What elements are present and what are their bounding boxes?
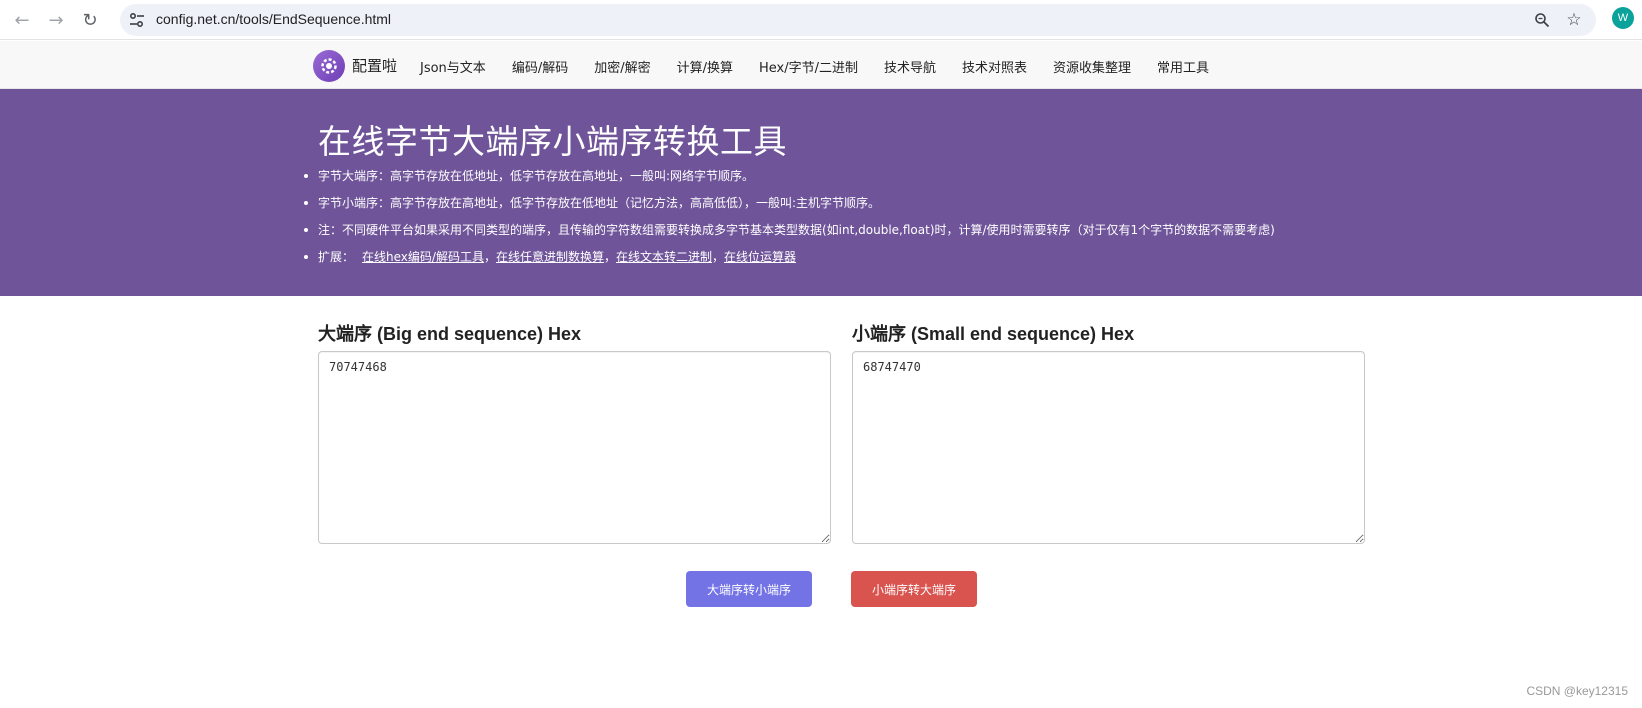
big-endian-label: 大端序 (Big end sequence) Hex: [318, 324, 582, 344]
extension-links: 扩展： 在线hex编码/解码工具，在线任意进制数换算，在线文本转二进制，在线位运算…: [304, 248, 1275, 275]
big-to-small-button[interactable]: 大端序转小端序: [686, 571, 812, 607]
page-title: 在线字节大端序小端序转换工具: [318, 122, 787, 161]
menu-item-resources[interactable]: 资源收集整理: [1053, 57, 1131, 76]
link-text-to-binary[interactable]: 在线文本转二进制: [616, 250, 712, 264]
big-endian-input[interactable]: 70747468: [318, 351, 831, 544]
small-endian-input[interactable]: 68747470: [852, 351, 1365, 544]
menu-item-hex[interactable]: Hex/字节/二进制: [759, 57, 858, 76]
watermark: CSDN @key12315: [1526, 684, 1628, 698]
small-to-big-button[interactable]: 小端序转大端序: [851, 571, 977, 607]
site-settings-icon[interactable]: [128, 11, 146, 29]
back-arrow-icon[interactable]: ←: [8, 6, 36, 34]
link-base-converter[interactable]: 在线任意进制数换算: [496, 250, 604, 264]
menu-item-crypto[interactable]: 加密/解密: [594, 57, 650, 76]
menu-item-tech-nav[interactable]: 技术导航: [884, 57, 936, 76]
description-list: 字节大端序：高字节存放在低地址，低字节存放在高地址，一般叫:网络字节顺序。 字节…: [304, 167, 1275, 275]
link-bitwise-calculator[interactable]: 在线位运算器: [724, 250, 796, 264]
description-item: 注：不同硬件平台如果采用不同类型的端序，且传输的字符数组需要转换成多字节基本类型…: [304, 221, 1275, 248]
menu-item-encode[interactable]: 编码/解码: [512, 57, 568, 76]
browser-toolbar: ← → ↻ config.net.cn/tools/EndSequence.ht…: [0, 0, 1642, 40]
zoom-icon[interactable]: [1531, 9, 1553, 31]
small-endian-label: 小端序 (Small end sequence) Hex: [852, 324, 1135, 344]
site-brand[interactable]: 配置啦: [352, 55, 397, 76]
profile-avatar[interactable]: W: [1612, 7, 1634, 29]
description-item: 字节大端序：高字节存放在低地址，低字节存放在高地址，一般叫:网络字节顺序。: [304, 167, 1275, 194]
menu-item-json[interactable]: Json与文本: [420, 57, 486, 76]
link-separator: ，: [603, 250, 616, 264]
link-separator: ，: [483, 250, 496, 264]
site-navbar: 配置啦 Json与文本 编码/解码 加密/解密 计算/换算 Hex/字节/二进制…: [0, 41, 1642, 89]
address-bar[interactable]: config.net.cn/tools/EndSequence.html ☆: [120, 4, 1596, 36]
description-item: 字节小端序：高字节存放在高地址，低字节存放在低地址（记忆方法，高高低低），一般叫…: [304, 194, 1275, 221]
extension-label: 扩展：: [318, 250, 355, 264]
menu-item-tech-table[interactable]: 技术对照表: [962, 57, 1027, 76]
link-separator: ，: [712, 250, 725, 264]
menu-item-calc[interactable]: 计算/换算: [677, 57, 733, 76]
site-menu: Json与文本 编码/解码 加密/解密 计算/换算 Hex/字节/二进制 技术导…: [420, 57, 1235, 76]
reload-icon[interactable]: ↻: [76, 6, 104, 34]
menu-item-tools[interactable]: 常用工具: [1157, 57, 1209, 76]
bookmark-star-icon[interactable]: ☆: [1563, 9, 1585, 31]
hero-banner: 在线字节大端序小端序转换工具 字节大端序：高字节存放在低地址，低字节存放在高地址…: [0, 89, 1642, 296]
link-hex-codec[interactable]: 在线hex编码/解码工具: [362, 250, 484, 264]
url-text[interactable]: config.net.cn/tools/EndSequence.html: [156, 11, 391, 27]
site-logo-icon[interactable]: [313, 50, 345, 82]
forward-arrow-icon[interactable]: →: [42, 6, 70, 34]
